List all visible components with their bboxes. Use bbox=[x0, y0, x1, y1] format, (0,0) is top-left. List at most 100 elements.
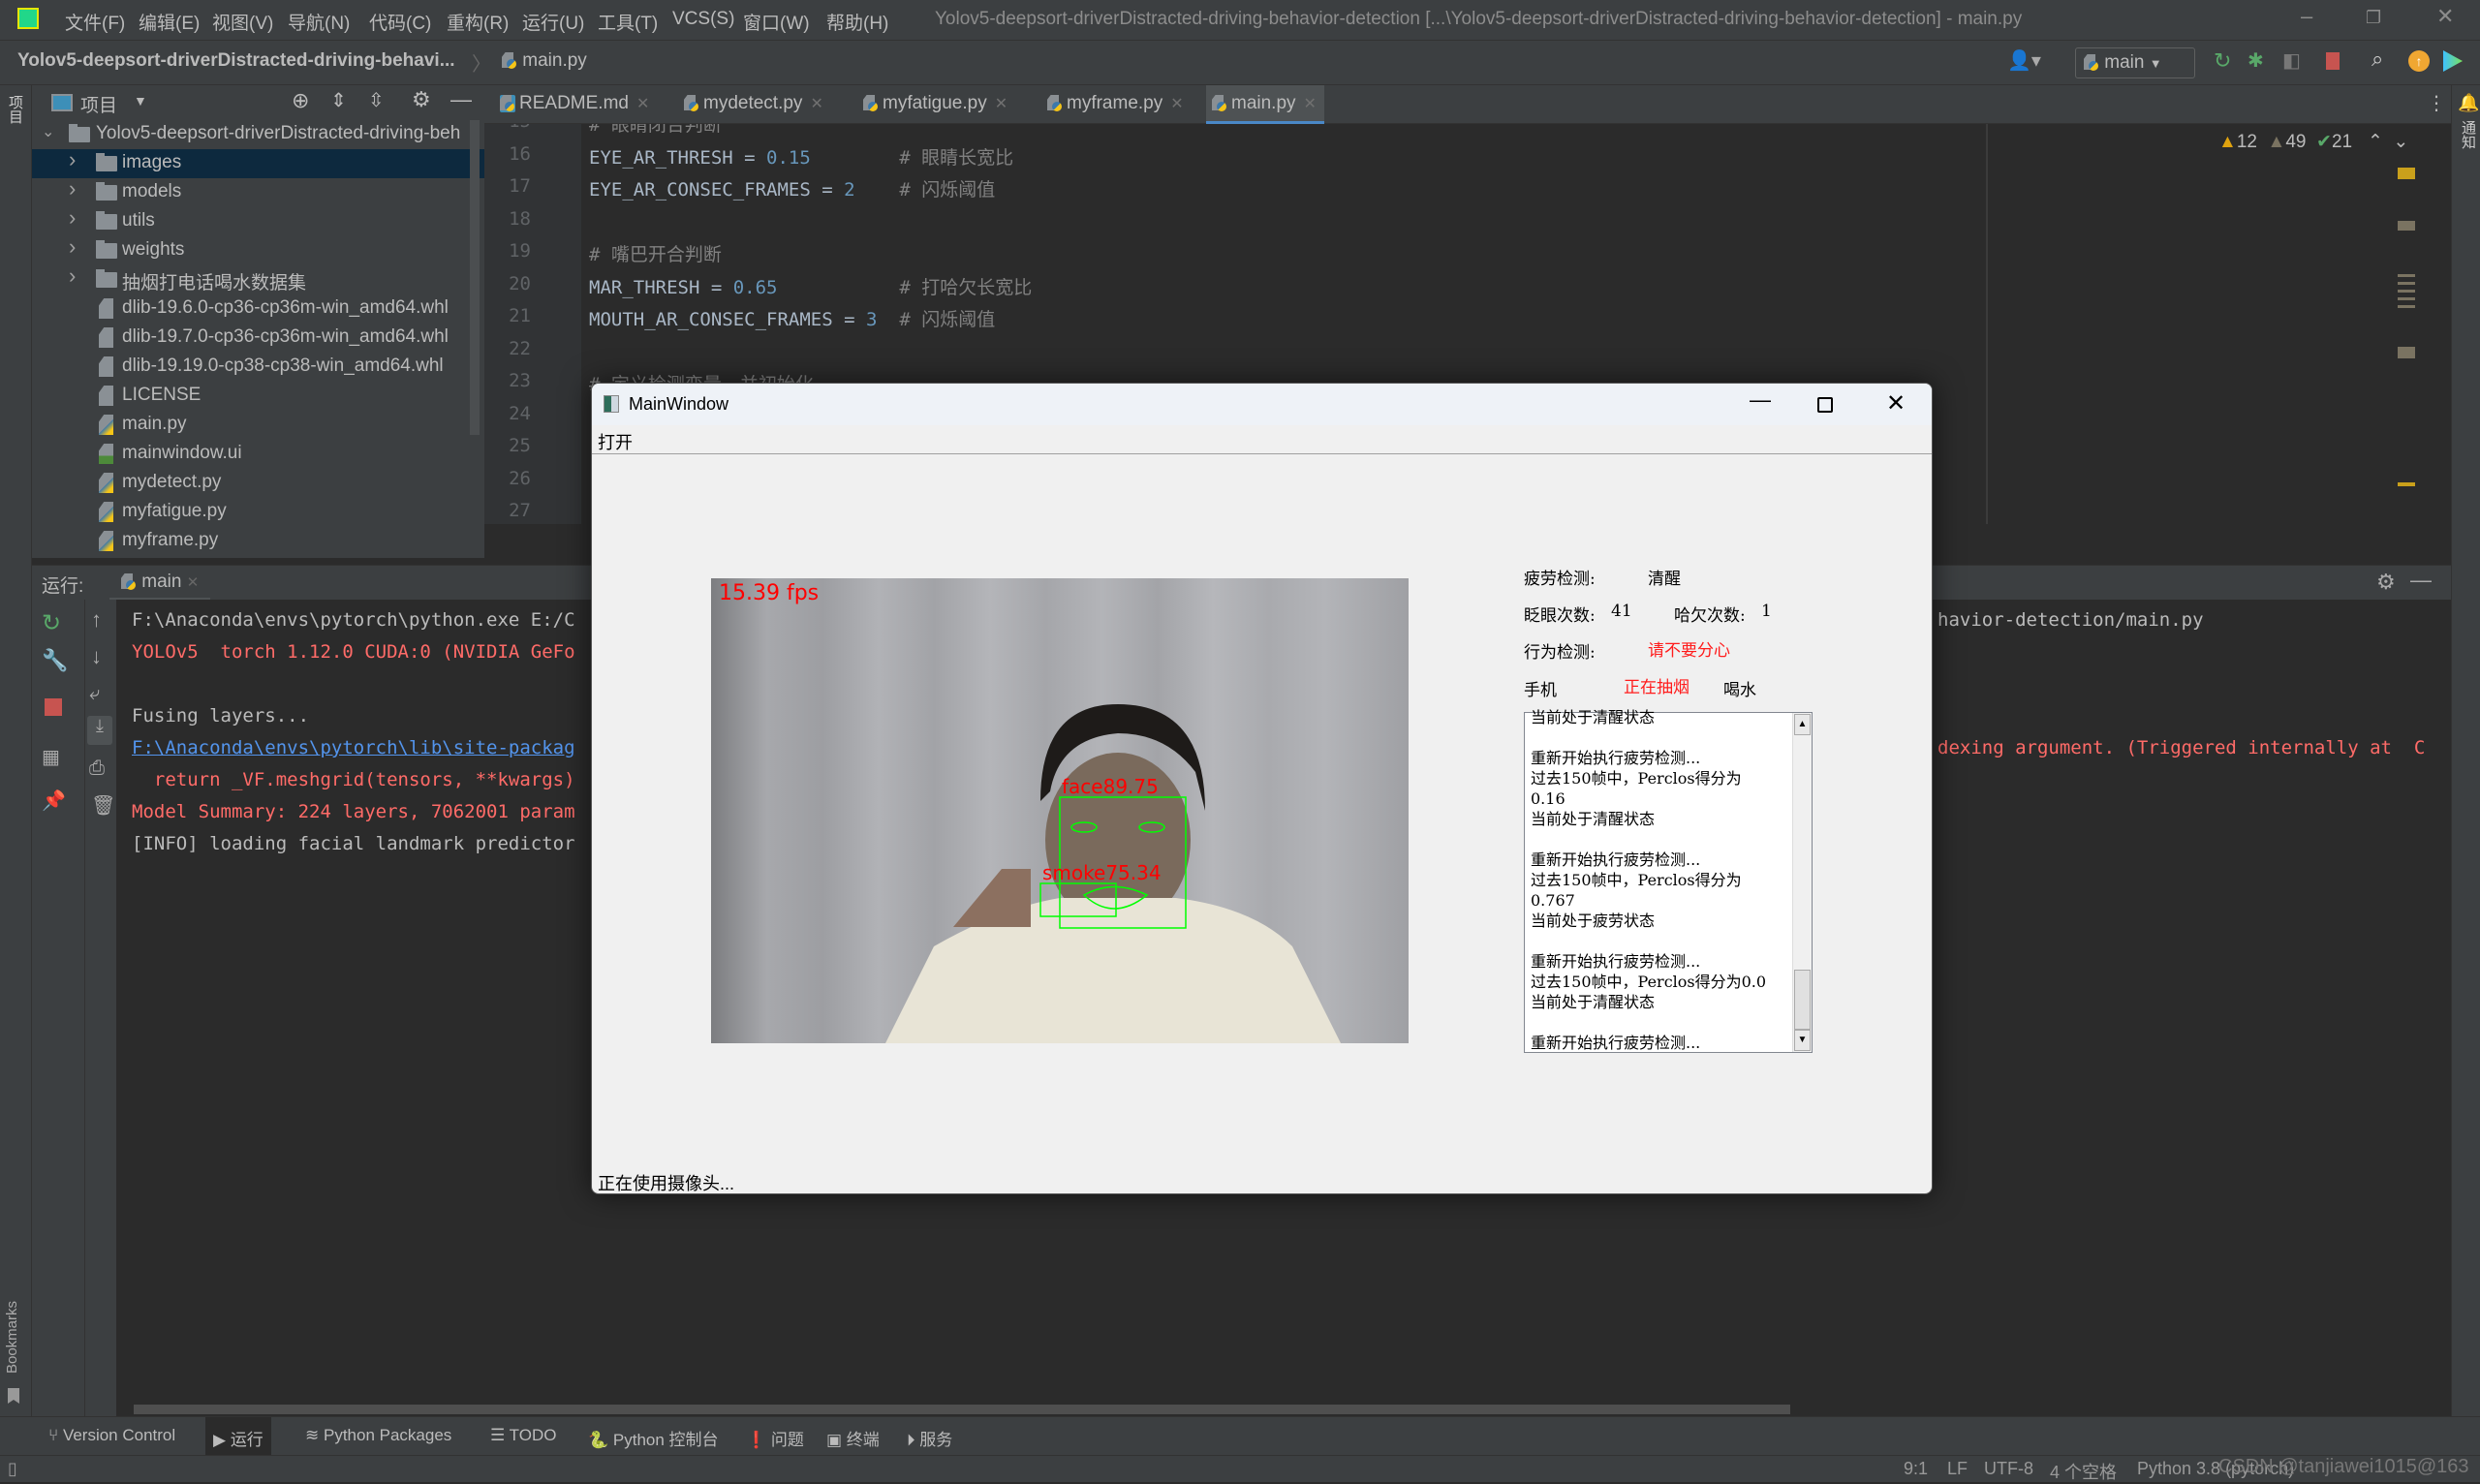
menu-item[interactable]: 重构(R) bbox=[447, 9, 509, 35]
coverage-icon[interactable]: ◧ bbox=[2282, 48, 2301, 73]
editor-tab[interactable]: myfatigue.py ✕ bbox=[857, 85, 1015, 124]
tree-item[interactable]: dlib-19.7.0-cp36-cp36m-win_amd64.whl bbox=[32, 324, 484, 353]
tool-terminal[interactable]: ▣ 终端 bbox=[826, 1426, 880, 1450]
editor-tab[interactable]: README.md ✕ bbox=[494, 85, 657, 124]
close-tab-icon[interactable]: ✕ bbox=[636, 96, 649, 112]
view-dropdown-icon[interactable]: ▼ bbox=[134, 93, 147, 108]
menu-item[interactable]: 编辑(E) bbox=[139, 9, 200, 35]
open-menu[interactable]: 打开 bbox=[598, 429, 633, 454]
editor-tab[interactable]: myframe.py ✕ bbox=[1041, 85, 1192, 124]
wrench-icon[interactable]: 🔧 bbox=[42, 648, 68, 673]
tree-item[interactable]: dlib-19.6.0-cp36-cp36m-win_amd64.whl bbox=[32, 294, 484, 324]
chevron-right-icon[interactable]: › bbox=[69, 147, 76, 172]
bookmarks-tool-button[interactable]: Bookmarks bbox=[4, 1301, 20, 1374]
tree-item[interactable]: LICENSE bbox=[32, 382, 484, 411]
hide-panel-icon[interactable]: — bbox=[2410, 568, 2432, 593]
chevron-right-icon[interactable]: › bbox=[69, 176, 76, 201]
bell-icon[interactable]: 🔔 bbox=[2458, 93, 2479, 113]
gear-icon[interactable]: ⚙ bbox=[412, 87, 431, 112]
scroll-to-end-icon[interactable]: ⤓ bbox=[87, 716, 112, 745]
tree-item[interactable]: myfatigue.py bbox=[32, 498, 484, 527]
locate-icon[interactable]: ⊕ bbox=[292, 88, 309, 113]
more-options-icon[interactable]: ⋮ bbox=[2427, 91, 2446, 115]
breadcrumb-file[interactable]: main.py bbox=[502, 50, 587, 72]
trash-icon[interactable]: 🗑 bbox=[91, 793, 115, 818]
menu-item[interactable]: 窗口(W) bbox=[743, 9, 810, 35]
notifications-tool-button[interactable]: 通知 bbox=[2458, 120, 2478, 149]
close-tab-icon[interactable]: ✕ bbox=[187, 574, 200, 591]
indent-setting[interactable]: 4 个空格 bbox=[2050, 1459, 2117, 1484]
close-tab-icon[interactable]: ✕ bbox=[995, 96, 1008, 112]
minimize-icon[interactable]: – bbox=[2301, 4, 2312, 29]
tool-problems[interactable]: ❗ 问题 bbox=[746, 1426, 804, 1450]
tree-scrollbar[interactable] bbox=[470, 120, 480, 435]
project-view-title[interactable]: 项目 bbox=[80, 91, 117, 117]
chevron-right-icon[interactable]: › bbox=[69, 263, 76, 289]
pin-icon[interactable]: 📌 bbox=[42, 788, 66, 813]
log-scrollbar[interactable]: ▲ ▼ bbox=[1792, 713, 1812, 1052]
dialog-minimize-button[interactable]: — bbox=[1750, 387, 1771, 413]
stop-icon[interactable] bbox=[2326, 52, 2340, 70]
scroll-down-icon[interactable]: ▼ bbox=[1794, 1030, 1811, 1051]
stop-icon[interactable] bbox=[45, 698, 62, 716]
update-icon[interactable]: ↑ bbox=[2408, 50, 2430, 72]
chevron-right-icon[interactable]: › bbox=[69, 205, 76, 231]
inspection-widget[interactable]: ▲12 ▲49 ✔21 ⌃ ⌄ bbox=[2218, 131, 2408, 153]
console-horizontal-scrollbar[interactable] bbox=[134, 1405, 1790, 1414]
tool-version-control[interactable]: ⑂ Version Control bbox=[48, 1426, 175, 1445]
project-tool-button[interactable]: 项目 bbox=[6, 95, 25, 124]
tree-item[interactable]: dlib-19.19.0-cp38-cp38-win_amd64.whl bbox=[32, 353, 484, 382]
tool-python-packages[interactable]: ≋ Python Packages bbox=[305, 1426, 451, 1445]
menu-item[interactable]: 运行(U) bbox=[522, 9, 584, 35]
menu-item[interactable]: 导航(N) bbox=[288, 9, 350, 35]
toggle-tool-windows-icon[interactable]: ▯ bbox=[8, 1459, 17, 1479]
tree-item[interactable]: mainwindow.ui bbox=[32, 440, 484, 469]
restore-icon[interactable]: ❐ bbox=[2366, 8, 2381, 28]
fatigue-log-textbox[interactable]: 当前处于清醒状态 重新开始执行疲劳检测... 过去150帧中，Perclos得分… bbox=[1524, 708, 1813, 1053]
run-config-selector[interactable]: main ▼ bbox=[2075, 47, 2195, 78]
tree-item[interactable]: › utils bbox=[32, 205, 484, 236]
rerun-icon[interactable]: ↻ bbox=[2214, 48, 2231, 74]
arrow-down-icon[interactable]: ↓ bbox=[91, 644, 102, 669]
jetbrains-toolbox-icon[interactable] bbox=[2443, 50, 2463, 72]
dialog-maximize-button[interactable] bbox=[1817, 397, 1833, 413]
menu-item[interactable]: 文件(F) bbox=[65, 9, 125, 35]
dialog-close-button[interactable]: ✕ bbox=[1886, 389, 1906, 417]
rerun-icon[interactable]: ↻ bbox=[42, 609, 61, 637]
editor-tab[interactable]: main.py ✕ bbox=[1206, 85, 1324, 124]
arrow-up-icon[interactable]: ↑ bbox=[91, 607, 102, 633]
layout-icon[interactable]: ▦ bbox=[42, 745, 60, 769]
close-tab-icon[interactable]: ✕ bbox=[810, 96, 822, 112]
tree-item[interactable]: › weights bbox=[32, 234, 484, 265]
tree-item[interactable]: myframe.py bbox=[32, 527, 484, 556]
tool-todo[interactable]: ☰ TODO bbox=[490, 1426, 556, 1445]
search-icon[interactable]: ⌕ bbox=[2372, 46, 2383, 72]
debug-icon[interactable]: ✱ bbox=[2248, 48, 2264, 73]
close-tab-icon[interactable]: ✕ bbox=[1304, 96, 1317, 112]
tree-item[interactable]: › models bbox=[32, 176, 484, 207]
gear-icon[interactable]: ⚙ bbox=[2376, 570, 2396, 595]
tree-item[interactable]: › images bbox=[32, 147, 484, 178]
editor-tab[interactable]: mydetect.py ✕ bbox=[678, 85, 831, 124]
print-icon[interactable]: ⎙ bbox=[89, 757, 105, 780]
tree-root[interactable]: ⌄ Yolov5-deepsort-driverDistracted-drivi… bbox=[32, 120, 484, 149]
close-tab-icon[interactable]: ✕ bbox=[1170, 96, 1183, 112]
next-highlight-icon[interactable]: ⌄ bbox=[2393, 132, 2408, 152]
tree-item[interactable]: › 抽烟打电话喝水数据集 bbox=[32, 263, 484, 294]
tree-item[interactable]: mydetect.py bbox=[32, 469, 484, 498]
menu-item[interactable]: 工具(T) bbox=[598, 9, 658, 35]
run-tab-main[interactable]: main ✕ bbox=[109, 566, 211, 601]
caret-position[interactable]: 9:1 bbox=[1904, 1459, 1928, 1479]
breadcrumb-project[interactable]: Yolov5-deepsort-driverDistracted-driving… bbox=[17, 50, 455, 72]
tool-services[interactable]: ⏵ 服务 bbox=[907, 1426, 952, 1450]
prev-highlight-icon[interactable]: ⌃ bbox=[2368, 132, 2383, 152]
hide-panel-icon[interactable]: — bbox=[450, 87, 472, 112]
file-encoding[interactable]: UTF-8 bbox=[1984, 1459, 2033, 1479]
console-line[interactable]: F:\Anaconda\envs\pytorch\lib\site-packag bbox=[132, 737, 575, 758]
scroll-up-icon[interactable]: ▲ bbox=[1794, 714, 1811, 735]
chevron-down-icon[interactable]: ⌄ bbox=[42, 122, 54, 141]
collapse-all-icon[interactable]: ⇳ bbox=[368, 88, 385, 112]
menu-item[interactable]: 代码(C) bbox=[369, 9, 431, 35]
tree-item[interactable]: main.py bbox=[32, 411, 484, 440]
menu-item[interactable]: 帮助(H) bbox=[826, 9, 888, 35]
